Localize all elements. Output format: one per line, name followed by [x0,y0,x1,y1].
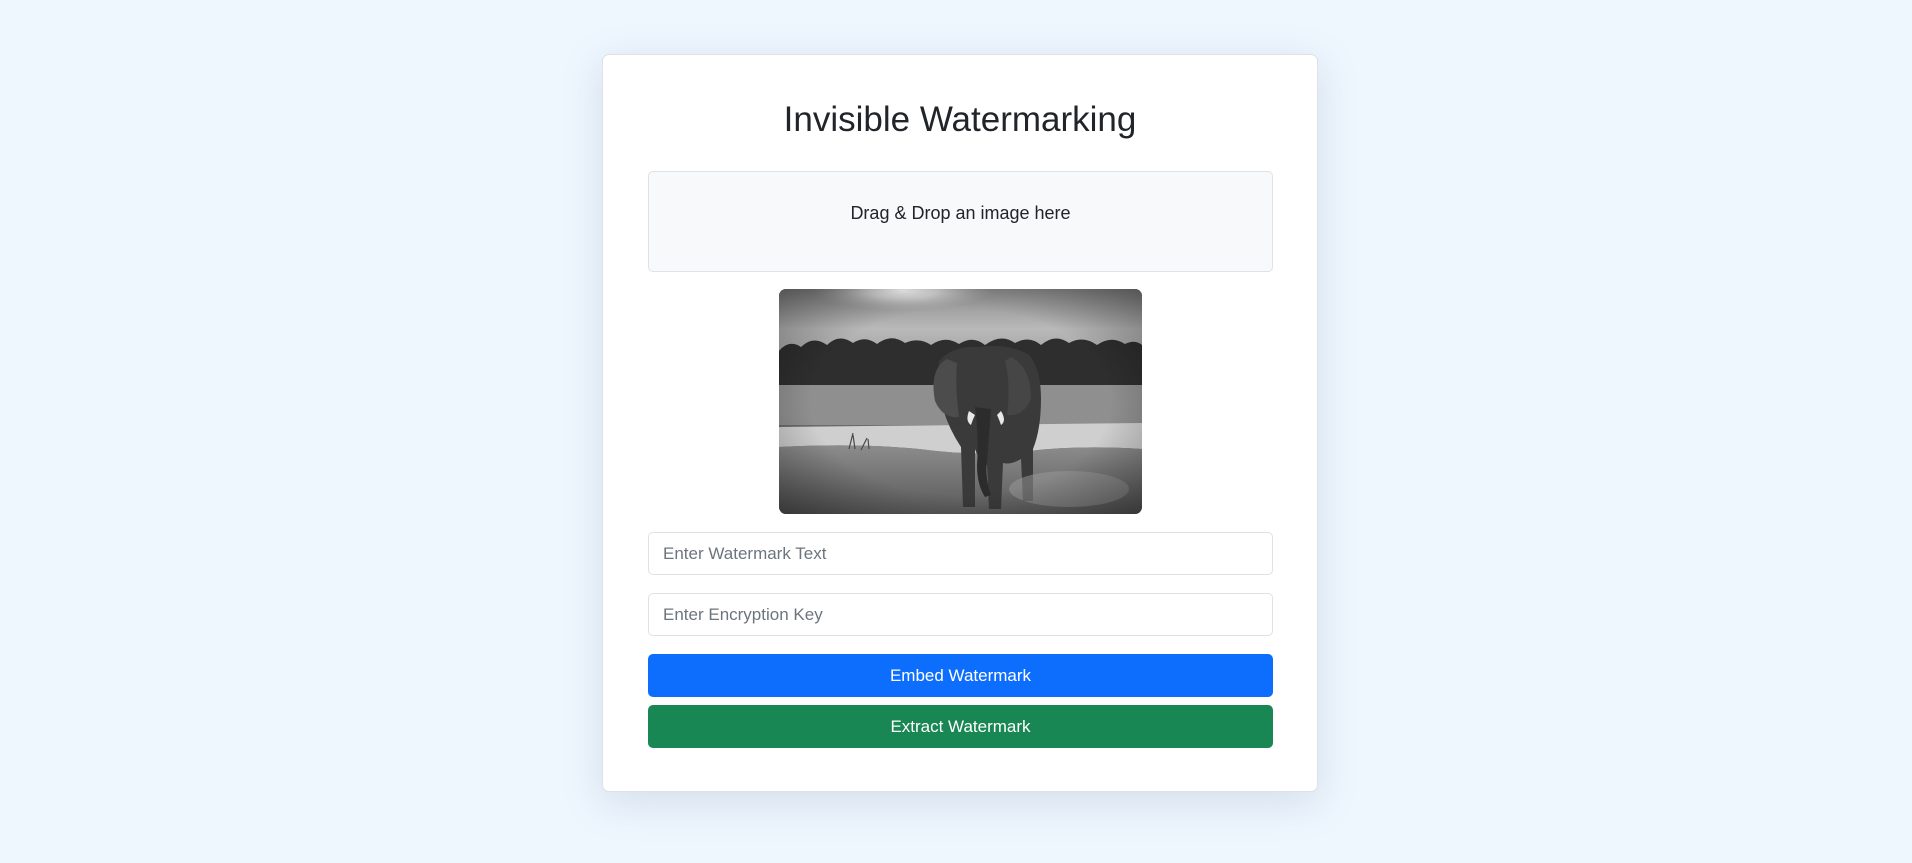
extract-watermark-button[interactable]: Extract Watermark [648,705,1273,748]
page-title: Invisible Watermarking [783,100,1137,139]
watermark-card: Invisible Watermarking Drag & Drop an im… [602,54,1318,792]
encryption-key-input[interactable] [648,593,1273,636]
watermark-text-input[interactable] [648,532,1273,575]
image-dropzone[interactable]: Drag & Drop an image here [648,171,1273,272]
dropzone-label: Drag & Drop an image here [850,203,1071,223]
embed-watermark-button[interactable]: Embed Watermark [648,654,1273,697]
elephant-photo [779,289,1142,514]
image-preview [779,289,1142,514]
